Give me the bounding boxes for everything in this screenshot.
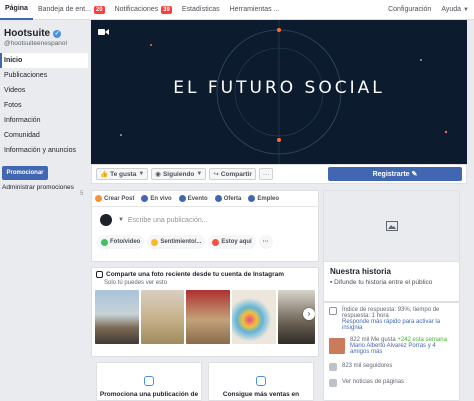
cover-video[interactable]: EL FUTURO SOCIAL bbox=[91, 20, 467, 164]
tab-inbox[interactable]: Bandeja de ent... 20 bbox=[33, 0, 110, 20]
chevron-right-icon[interactable]: › bbox=[303, 308, 315, 320]
avatar bbox=[100, 214, 112, 226]
page-handle[interactable]: @hootsuiteenespanol bbox=[0, 39, 88, 47]
friends-who-like[interactable]: Mario Alberto Alvarez Porras y 4 amigos … bbox=[350, 343, 454, 355]
chevron-down-icon: ▼ bbox=[463, 6, 469, 13]
promote-button[interactable]: Promocionar bbox=[2, 166, 48, 180]
location-pin-icon bbox=[212, 238, 220, 246]
share-button[interactable]: ↪ Compartir bbox=[209, 168, 256, 180]
register-button[interactable]: Registrarte ✎ bbox=[328, 167, 462, 181]
story-link[interactable]: ▪ Difunde tu historia entre el público bbox=[324, 276, 459, 286]
instagram-subtitle: Solo tú puedes ver esto bbox=[104, 280, 168, 286]
post-composer: Crear Post En vivo Evento Oferta Empleo … bbox=[91, 190, 319, 262]
chevron-down-icon: ▼ bbox=[196, 171, 203, 177]
photo-thumbnail[interactable] bbox=[140, 290, 185, 344]
chat-icon bbox=[329, 307, 337, 315]
news-feed-icon bbox=[329, 379, 337, 387]
cart-icon bbox=[256, 376, 266, 386]
briefcase-icon bbox=[248, 195, 256, 202]
tab-job[interactable]: Empleo bbox=[248, 195, 279, 202]
composer-input[interactable]: ▼ Escribe una publicación... bbox=[92, 207, 318, 233]
page-stats-card: Índice de respuesta: 93%; tiempo de resp… bbox=[323, 302, 460, 401]
instagram-card: Comparte una foto reciente desde tu cuen… bbox=[91, 267, 319, 357]
check-in-button[interactable]: Estoy aquí bbox=[208, 235, 256, 249]
photo-thumbnail[interactable] bbox=[95, 290, 139, 344]
top-navigation: Página Bandeja de ent... 20 Notificacione… bbox=[0, 0, 474, 20]
tab-offer[interactable]: Oferta bbox=[214, 195, 241, 202]
pencil-icon bbox=[95, 195, 102, 202]
rss-icon: ◉ bbox=[155, 171, 161, 178]
sidebar-item-info-ads[interactable]: Información y anuncios bbox=[0, 143, 88, 158]
sidebar: Hootsuite ✓ @hootsuiteenespanol Inicio Pu… bbox=[0, 20, 88, 401]
manage-promotions-count: 5 bbox=[80, 191, 84, 197]
story-image-placeholder[interactable] bbox=[324, 191, 459, 262]
sidebar-item-home[interactable]: Inicio bbox=[0, 53, 88, 68]
more-options-button[interactable]: ··· bbox=[258, 235, 273, 249]
sidebar-item-posts[interactable]: Publicaciones bbox=[0, 68, 88, 83]
sidebar-item-about[interactable]: Información bbox=[0, 113, 88, 128]
photo-thumbnail[interactable] bbox=[186, 290, 231, 344]
inbox-badge: 20 bbox=[93, 5, 105, 14]
smiley-icon bbox=[151, 238, 159, 246]
instagram-icon bbox=[144, 376, 154, 386]
view-pages-feed[interactable]: Ver noticias de páginas bbox=[342, 379, 404, 385]
photo-thumbnail[interactable] bbox=[232, 290, 276, 344]
like-button[interactable]: 👍 Te gusta ▼ bbox=[96, 168, 149, 180]
sidebar-item-videos[interactable]: Videos bbox=[0, 83, 88, 98]
sidebar-item-community[interactable]: Comunidad bbox=[0, 128, 88, 143]
live-video-icon bbox=[141, 195, 149, 202]
tab-insights[interactable]: Estadísticas bbox=[177, 0, 225, 20]
feeling-button[interactable]: Sentimiento/... bbox=[147, 235, 206, 249]
page-action-bar: 👍 Te gusta ▼ ◉ Siguiendo ▼ ↪ Compartir ··· Re… bbox=[91, 164, 467, 184]
tab-notifications[interactable]: Notificaciones 39 bbox=[110, 0, 177, 20]
instagram-photos bbox=[92, 286, 318, 344]
tab-event[interactable]: Evento bbox=[178, 195, 208, 202]
avatar bbox=[329, 338, 345, 354]
share-icon: ↪ bbox=[213, 171, 219, 178]
tab-page[interactable]: Página bbox=[0, 0, 33, 20]
following-button[interactable]: ◉ Siguiendo ▼ bbox=[151, 168, 207, 180]
image-icon bbox=[385, 221, 398, 231]
tab-publishing-tools[interactable]: Herramientas ... bbox=[225, 0, 285, 20]
chevron-down-icon: ▼ bbox=[138, 171, 145, 177]
story-title: Nuestra historia bbox=[330, 267, 391, 276]
instagram-icon bbox=[96, 271, 103, 278]
followers-icon bbox=[329, 363, 337, 371]
chevron-down-icon[interactable]: ▼ bbox=[118, 217, 124, 223]
pencil-icon: ✎ bbox=[411, 171, 418, 178]
sidebar-nav: Inicio Publicaciones Videos Fotos Inform… bbox=[0, 53, 88, 158]
promote-post-card[interactable]: Promociona una publicación de bbox=[96, 362, 202, 401]
page-name[interactable]: Hootsuite ✓ bbox=[0, 20, 88, 39]
tab-live[interactable]: En vivo bbox=[141, 195, 172, 202]
cover-title: EL FUTURO SOCIAL bbox=[173, 78, 385, 98]
notifications-badge: 39 bbox=[161, 5, 172, 14]
manage-promotions-link[interactable]: Administrar promociones bbox=[0, 180, 88, 191]
sidebar-item-photos[interactable]: Fotos bbox=[0, 98, 88, 113]
photo-icon bbox=[101, 238, 108, 246]
photo-video-button[interactable]: Foto/video bbox=[97, 235, 145, 249]
thumbs-up-icon: 👍 bbox=[100, 171, 109, 178]
settings-link[interactable]: Configuración bbox=[383, 0, 436, 20]
response-cta[interactable]: Responde más rápido para activar la insi… bbox=[342, 319, 454, 331]
response-rate: Índice de respuesta: 93%; tiempo de resp… bbox=[342, 307, 440, 319]
tab-create-post[interactable]: Crear Post bbox=[95, 195, 134, 202]
get-sales-card[interactable]: Consigue más ventas en bbox=[208, 362, 314, 401]
followers-count: 823 mil seguidores bbox=[342, 363, 393, 369]
calendar-icon bbox=[178, 195, 186, 202]
verified-icon: ✓ bbox=[53, 29, 62, 38]
tag-icon bbox=[214, 195, 222, 202]
story-card: Nuestra historia ▪ Difunde tu historia e… bbox=[323, 190, 460, 302]
more-button[interactable]: ··· bbox=[258, 168, 274, 180]
help-menu[interactable]: Ayuda ▼ bbox=[436, 0, 474, 20]
